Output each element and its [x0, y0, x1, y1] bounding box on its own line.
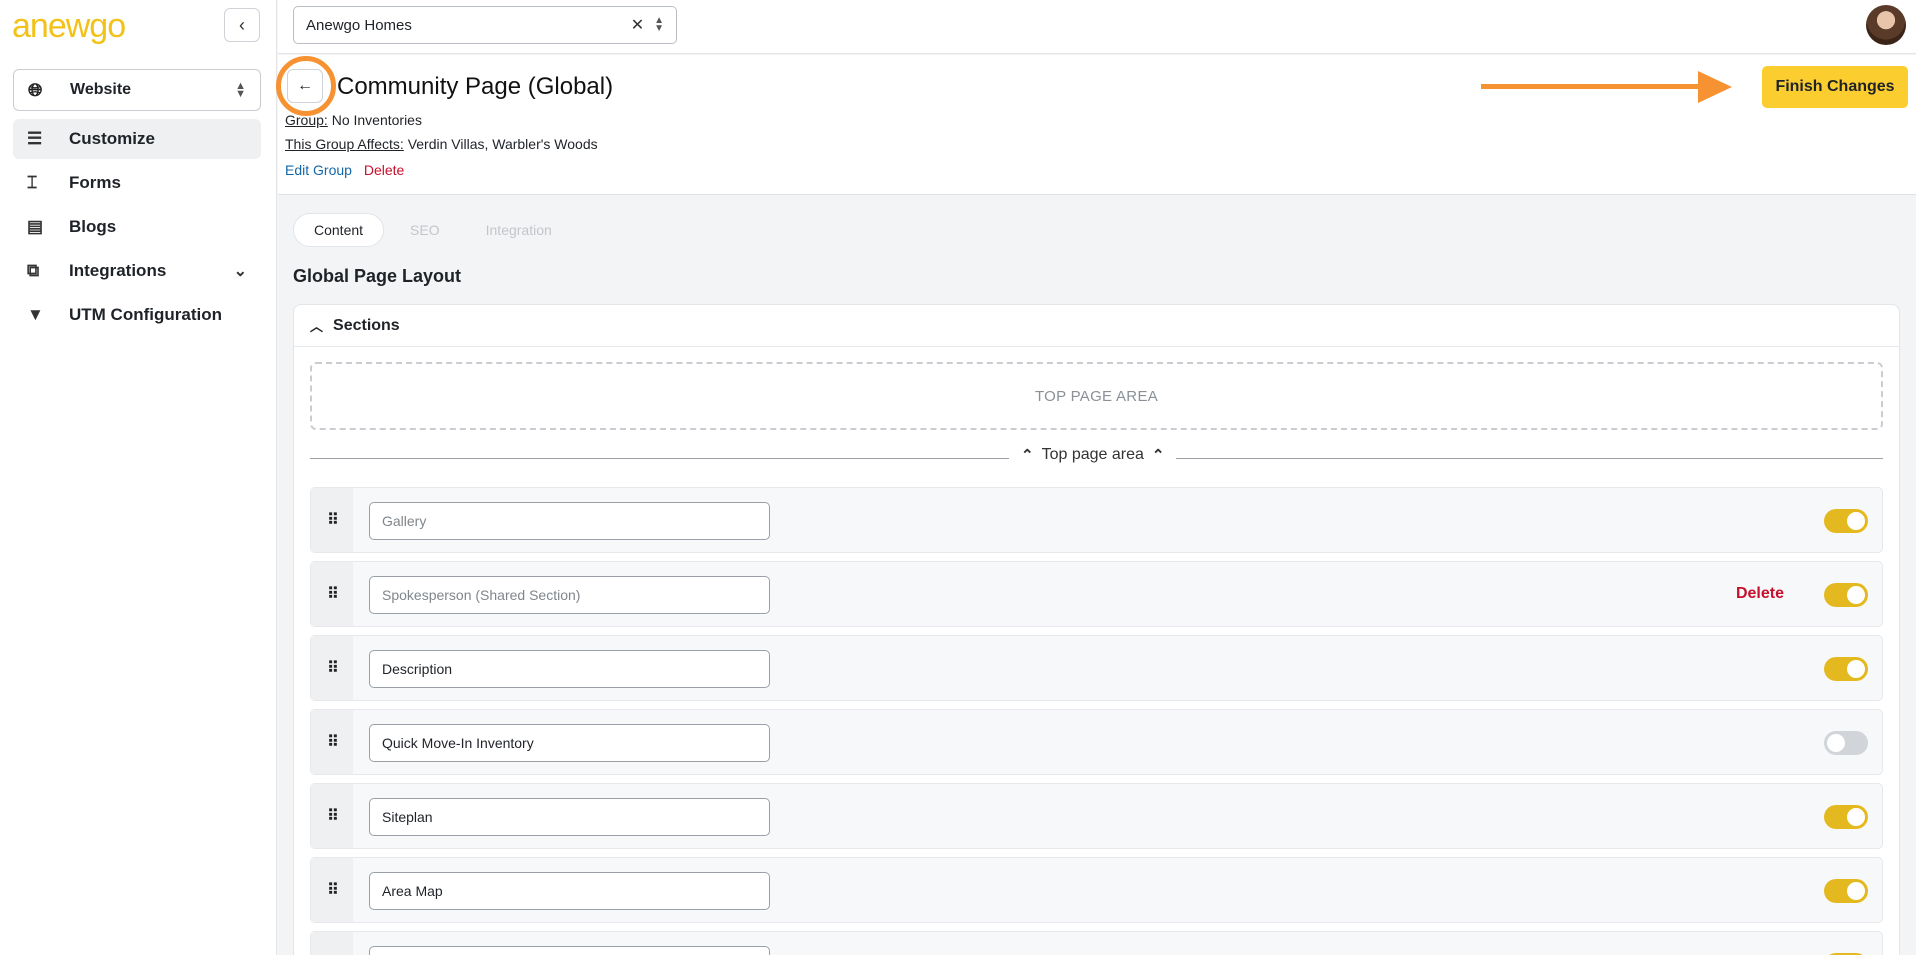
section-name-input[interactable]: Siteplan [369, 798, 770, 836]
page-header: ← Community Page (Global) Group: No Inve… [276, 55, 1916, 195]
section-visibility-toggle[interactable] [1824, 657, 1868, 681]
highlight-arrow-shaft [1481, 84, 1711, 89]
group-info: Group: No Inventories [285, 112, 422, 128]
avatar[interactable] [1866, 5, 1906, 45]
sidebar-item-label: Customize [69, 129, 155, 148]
arrow-right-icon [1698, 71, 1732, 103]
sections-header[interactable]: ︿ Sections [294, 305, 1899, 347]
globe-icon: 🌐︎ [28, 79, 43, 100]
drag-handle-icon[interactable]: ⠿ [311, 784, 353, 848]
section-row: ⠿ Area Map [310, 857, 1883, 923]
drag-handle-icon[interactable]: ⠿ [311, 858, 353, 922]
sidebar-item-blogs[interactable]: ▤ Blogs [13, 207, 261, 247]
section-row: ⠿ Description [310, 635, 1883, 701]
page-title: Community Page (Global) [337, 73, 614, 100]
section-visibility-toggle[interactable] [1824, 805, 1868, 829]
layout-heading: Global Page Layout [293, 266, 462, 286]
sidebar-item-label: Forms [69, 173, 121, 192]
drag-handle-icon[interactable]: ⠿ [311, 562, 353, 626]
sidebar-nav: ☰ Customize ⌶ Forms ▤ Blogs ⧉ Integratio… [13, 119, 261, 339]
sidebar-item-label: Integrations [69, 261, 167, 280]
sections-title: Sections [333, 316, 400, 334]
section-visibility-toggle[interactable] [1824, 879, 1868, 903]
logo-letter: a [12, 7, 31, 45]
section-name-input[interactable] [369, 946, 770, 955]
double-chevron-up-icon: ⌃ [1021, 447, 1034, 464]
group-affects-value: Verdin Villas, Warbler's Woods [407, 136, 598, 152]
drag-handle-icon[interactable]: ⠿ [311, 932, 353, 955]
group-affects-label: This Group Affects: [285, 136, 404, 152]
drag-handle-icon[interactable]: ⠿ [311, 488, 353, 552]
section-row: ⠿ Spokesperson (Shared Section) Delete [310, 561, 1883, 627]
section-name-input[interactable]: Description [369, 650, 770, 688]
org-select-value: Anewgo Homes [306, 16, 412, 34]
section-row: ⠿ Quick Move-In Inventory [310, 709, 1883, 775]
section-name-input[interactable]: Gallery [369, 502, 770, 540]
section-row: ⠿ Siteplan [310, 783, 1883, 849]
top-page-area-dropzone[interactable]: TOP PAGE AREA [310, 362, 1883, 430]
topbar: Anewgo Homes ✕ ▲ ▼ [278, 0, 1916, 54]
tab-content[interactable]: Content [293, 213, 385, 247]
finish-changes-button[interactable]: Finish Changes [1762, 66, 1908, 108]
section-visibility-toggle[interactable] [1824, 509, 1868, 533]
group-label: Group: [285, 112, 328, 128]
group-actions: Edit Group Delete [285, 162, 404, 178]
collapse-sidebar-button[interactable]: ‹ [224, 8, 260, 42]
chevron-left-icon: ‹ [239, 14, 245, 35]
tab-seo[interactable]: SEO [390, 213, 460, 247]
clear-icon[interactable]: ✕ [631, 15, 644, 35]
integrations-icon: ⧉ [27, 261, 40, 280]
chevron-up-icon: ︿ [310, 319, 324, 334]
sidebar-item-utm-configuration[interactable]: ▼ UTM Configuration [13, 295, 261, 335]
sidebar-item-customize[interactable]: ☰ Customize [13, 119, 261, 159]
logo-text: newgo [29, 7, 126, 45]
utm-icon: ▼ [27, 305, 44, 324]
sidebar-item-label: Blogs [69, 217, 117, 236]
section-row: ⠿ [310, 931, 1883, 955]
drag-handle-icon[interactable]: ⠿ [311, 636, 353, 700]
drag-handle-icon[interactable]: ⠿ [311, 710, 353, 774]
delete-section-button[interactable]: Delete [1736, 585, 1784, 603]
sections-card: ︿ Sections TOP PAGE AREA ⌃ Top page area… [293, 304, 1900, 955]
site-select[interactable]: 🌐︎ Website ▲ ▼ [13, 69, 261, 111]
section-visibility-toggle[interactable] [1824, 731, 1868, 755]
blogs-icon: ▤ [27, 217, 44, 236]
section-name-input[interactable]: Spokesperson (Shared Section) [369, 576, 770, 614]
section-name-input[interactable]: Area Map [369, 872, 770, 910]
forms-icon: ⌶ [27, 173, 38, 192]
sidebar: anewgo ‹ 🌐︎ Website ▲ ▼ ☰ Customize ⌶ For… [0, 0, 277, 955]
chevron-updown-icon: ▲ ▼ [235, 80, 246, 100]
chevron-updown-icon: ▲ ▼ [654, 15, 664, 34]
divider-label-text: Top page area [1041, 446, 1144, 463]
customize-icon: ☰ [27, 129, 43, 148]
section-row: ⠿ Gallery [310, 487, 1883, 553]
sidebar-item-integrations[interactable]: ⧉ Integrations ⌄ [13, 251, 261, 291]
top-page-area-label: ⌃ Top page area ⌃ [1009, 446, 1177, 464]
delete-group-link[interactable]: Delete [364, 162, 404, 178]
anewgo-logo[interactable]: anewgo [12, 6, 126, 46]
org-select[interactable]: Anewgo Homes ✕ ▲ ▼ [293, 6, 677, 44]
sidebar-item-forms[interactable]: ⌶ Forms [13, 163, 261, 203]
section-name-input[interactable]: Quick Move-In Inventory [369, 724, 770, 762]
page-tabs: Content SEO Integration [293, 213, 572, 247]
site-select-value: Website [70, 81, 132, 98]
section-visibility-toggle[interactable] [1824, 583, 1868, 607]
tab-integration[interactable]: Integration [466, 213, 572, 247]
highlight-circle [276, 56, 336, 116]
chevron-down-icon: ⌄ [233, 263, 247, 280]
group-affects-info: This Group Affects: Verdin Villas, Warbl… [285, 136, 598, 152]
double-chevron-up-icon: ⌃ [1151, 447, 1165, 464]
edit-group-link[interactable]: Edit Group [285, 162, 352, 178]
group-value: No Inventories [331, 112, 422, 128]
sidebar-item-label: UTM Configuration [69, 305, 222, 324]
